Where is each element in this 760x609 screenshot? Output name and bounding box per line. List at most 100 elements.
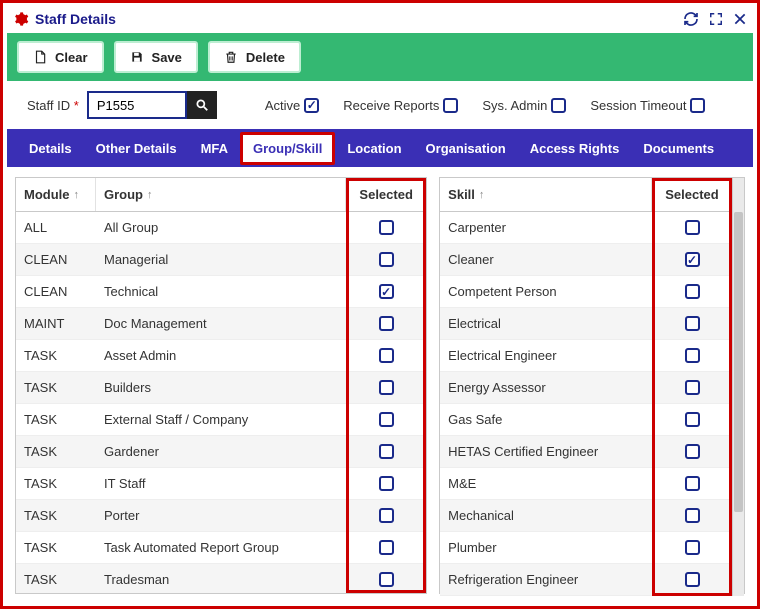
row-checkbox[interactable]	[685, 284, 700, 299]
document-icon	[33, 49, 47, 65]
row-checkbox[interactable]	[379, 348, 394, 363]
cell-skill: Refrigeration Engineer	[440, 564, 652, 595]
table-row: TASKPorter	[16, 500, 426, 532]
cell-selected	[652, 212, 732, 243]
session-timeout-checkbox[interactable]	[690, 98, 705, 113]
row-checkbox[interactable]	[379, 572, 394, 587]
fullscreen-icon[interactable]	[709, 11, 723, 27]
staff-id-input[interactable]	[87, 91, 187, 119]
row-checkbox[interactable]	[685, 508, 700, 523]
cell-group: External Staff / Company	[96, 404, 346, 435]
tab-location[interactable]: Location	[335, 131, 413, 166]
header-bar: Staff Details	[7, 7, 753, 33]
receive-reports-label: Receive Reports	[343, 98, 439, 113]
sort-asc-icon: ↑	[479, 189, 485, 201]
cell-selected	[652, 564, 732, 595]
tab-details[interactable]: Details	[17, 131, 84, 166]
row-checkbox[interactable]	[379, 380, 394, 395]
tab-group-skill[interactable]: Group/Skill	[240, 132, 335, 165]
cell-group: Task Automated Report Group	[96, 532, 346, 563]
row-checkbox[interactable]	[379, 412, 394, 427]
cell-skill: HETAS Certified Engineer	[440, 436, 652, 467]
row-checkbox[interactable]	[379, 284, 394, 299]
row-checkbox[interactable]	[685, 380, 700, 395]
scrollbar-thumb[interactable]	[734, 212, 743, 512]
cell-module: MAINT	[16, 308, 96, 339]
cell-module: TASK	[16, 436, 96, 467]
cell-selected	[652, 404, 732, 435]
sort-asc-icon: ↑	[74, 189, 80, 201]
cell-selected	[346, 308, 426, 339]
trash-icon	[224, 49, 238, 65]
row-checkbox[interactable]	[685, 444, 700, 459]
cell-skill: Mechanical	[440, 500, 652, 531]
cell-skill: M&E	[440, 468, 652, 499]
row-checkbox[interactable]	[379, 220, 394, 235]
cell-module: ALL	[16, 212, 96, 243]
cell-group: Asset Admin	[96, 340, 346, 371]
row-checkbox[interactable]	[379, 540, 394, 555]
tab-other-details[interactable]: Other Details	[84, 131, 189, 166]
tab-organisation[interactable]: Organisation	[414, 131, 518, 166]
tab-access-rights[interactable]: Access Rights	[518, 131, 632, 166]
cell-module: TASK	[16, 404, 96, 435]
col-header-module[interactable]: Module↑	[16, 178, 96, 211]
refresh-icon[interactable]	[683, 11, 699, 27]
table-row: TASKBuilders	[16, 372, 426, 404]
cell-group: Technical	[96, 276, 346, 307]
cell-selected	[346, 532, 426, 563]
row-checkbox[interactable]	[379, 316, 394, 331]
table-row: Refrigeration Engineer	[440, 564, 732, 596]
table-row: ALLAll Group	[16, 212, 426, 244]
cell-module: TASK	[16, 340, 96, 371]
row-checkbox[interactable]	[685, 220, 700, 235]
col-header-selected[interactable]: Selected	[652, 178, 732, 211]
cell-skill: Electrical	[440, 308, 652, 339]
cell-selected	[652, 244, 732, 275]
cell-selected	[652, 532, 732, 563]
cell-selected	[346, 436, 426, 467]
table-row: Energy Assessor	[440, 372, 732, 404]
clear-button[interactable]: Clear	[17, 41, 104, 73]
row-checkbox[interactable]	[685, 348, 700, 363]
row-checkbox[interactable]	[685, 476, 700, 491]
sys-admin-label: Sys. Admin	[482, 98, 547, 113]
cell-skill: Electrical Engineer	[440, 340, 652, 371]
delete-button[interactable]: Delete	[208, 41, 301, 73]
active-label: Active	[265, 98, 300, 113]
cell-module: TASK	[16, 468, 96, 499]
scrollbar[interactable]	[732, 178, 744, 596]
search-button[interactable]	[187, 91, 217, 119]
table-row: TASKTradesman	[16, 564, 426, 593]
cell-selected	[346, 500, 426, 531]
cell-group: All Group	[96, 212, 346, 243]
row-checkbox[interactable]	[685, 572, 700, 587]
receive-reports-checkbox[interactable]	[443, 98, 458, 113]
save-button[interactable]: Save	[114, 41, 198, 73]
row-checkbox[interactable]	[685, 316, 700, 331]
row-checkbox[interactable]	[685, 540, 700, 555]
col-header-group[interactable]: Group↑	[96, 178, 346, 211]
cell-group: Managerial	[96, 244, 346, 275]
row-checkbox[interactable]	[379, 252, 394, 267]
row-checkbox[interactable]	[379, 444, 394, 459]
row-checkbox[interactable]	[379, 508, 394, 523]
cell-selected	[346, 564, 426, 593]
table-row: CLEANManagerial	[16, 244, 426, 276]
tab-mfa[interactable]: MFA	[189, 131, 240, 166]
cell-module: CLEAN	[16, 276, 96, 307]
sys-admin-checkbox[interactable]	[551, 98, 566, 113]
col-header-selected[interactable]: Selected	[346, 178, 426, 211]
row-checkbox[interactable]	[685, 252, 700, 267]
cell-module: TASK	[16, 532, 96, 563]
row-checkbox[interactable]	[379, 476, 394, 491]
col-header-skill[interactable]: Skill↑	[440, 178, 652, 211]
table-row: Electrical	[440, 308, 732, 340]
close-icon[interactable]	[733, 11, 747, 27]
row-checkbox[interactable]	[685, 412, 700, 427]
table-row: TASKGardener	[16, 436, 426, 468]
tab-documents[interactable]: Documents	[631, 131, 726, 166]
staff-id-label: Staff ID *	[27, 98, 79, 113]
action-toolbar: Clear Save Delete	[7, 33, 753, 81]
active-checkbox[interactable]	[304, 98, 319, 113]
